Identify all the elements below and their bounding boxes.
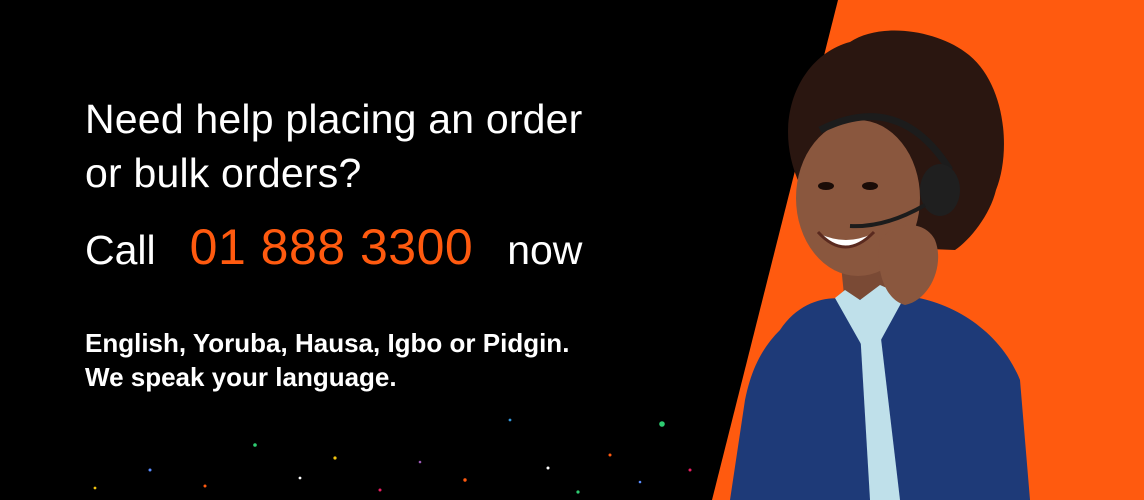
- headline: Need help placing an order or bulk order…: [85, 92, 583, 200]
- languages-note: English, Yoruba, Hausa, Igbo or Pidgin. …: [85, 326, 569, 394]
- languages-line-2: We speak your language.: [85, 362, 397, 392]
- headline-line-1: Need help placing an order: [85, 96, 583, 142]
- call-to-action: Call 01 888 3300 now: [85, 218, 582, 276]
- headline-line-2: or bulk orders?: [85, 150, 362, 196]
- call-suffix: now: [507, 227, 583, 273]
- call-prefix: Call: [85, 227, 156, 273]
- phone-number[interactable]: 01 888 3300: [190, 218, 474, 276]
- support-banner: Need help placing an order or bulk order…: [0, 0, 1144, 500]
- languages-line-1: English, Yoruba, Hausa, Igbo or Pidgin.: [85, 328, 570, 358]
